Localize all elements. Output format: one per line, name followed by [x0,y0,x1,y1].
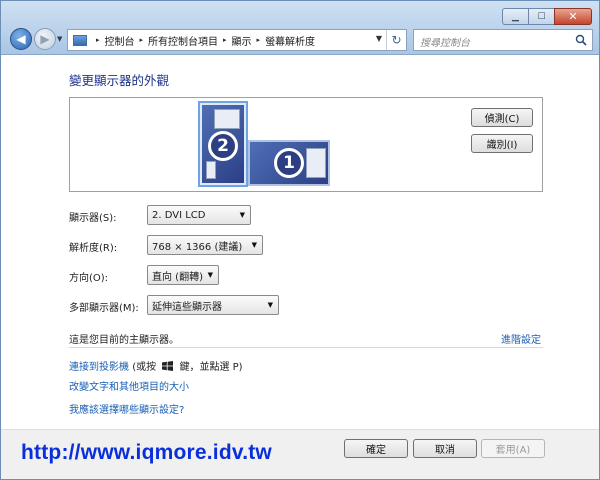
refresh-button[interactable]: ↻ [386,30,406,50]
caption-buttons: ▁ ☐ ✕ [502,8,592,25]
chevron-down-icon: ▼ [239,211,245,219]
breadcrumb-separator-icon[interactable]: ▸ [257,36,261,44]
window-chrome: ▁ ☐ ✕ ◀ ▶ ▼ ▸ 控制台 ▸ 所有控制台項目 ▸ 顯示 ▸ 螢幕解析度… [1,1,599,55]
window-thumbnail [206,161,216,179]
breadcrumb-display[interactable]: 顯示 [232,33,252,48]
chevron-down-icon: ▼ [251,241,257,249]
text-size-link[interactable]: 改變文字和其他項目的大小 [69,378,189,393]
window-thumbnail [214,109,240,129]
multiple-displays-label: 多部顯示器(M): [69,303,139,314]
connect-projector-row: 連接到投影機 (或按 鍵，並點選 P) [69,358,243,373]
orientation-select-value: 直向 (翻轉) [152,271,203,283]
ok-button[interactable]: 確定 [344,439,408,458]
windows-logo-icon [162,361,174,371]
breadcrumb-control-panel[interactable]: 控制台 [105,33,135,48]
breadcrumb-all-items[interactable]: 所有控制台項目 [148,33,218,48]
advanced-settings-link[interactable]: 進階設定 [501,331,541,346]
back-button[interactable]: ◀ [10,28,32,50]
display-select[interactable]: 2. DVI LCD ▼ [147,205,251,225]
monitor-1-number: 1 [274,148,304,178]
identify-button[interactable]: 識別(I) [471,134,533,153]
maximize-button[interactable]: ☐ [528,8,554,25]
search-box[interactable]: 搜尋控制台 [413,29,593,51]
monitor-1-thumbnail[interactable]: 1 [248,140,330,186]
watermark-url: http://www.iqmore.idv.tw [21,441,272,464]
orientation-select[interactable]: 直向 (翻轉) ▼ [147,265,219,285]
resolution-select-value: 768 × 1366 (建議) [152,241,243,253]
address-bar[interactable]: ▸ 控制台 ▸ 所有控制台項目 ▸ 顯示 ▸ 螢幕解析度 ▼ ↻ [67,29,407,51]
minimize-button[interactable]: ▁ [502,8,528,25]
apply-button[interactable]: 套用(A) [481,439,545,458]
connect-projector-link[interactable]: 連接到投影機 [69,362,129,373]
orientation-label: 方向(O): [69,273,109,284]
search-icon[interactable] [575,34,587,46]
arrow-right-icon: ▶ [40,32,50,46]
breadcrumb-separator-icon[interactable]: ▸ [140,36,144,44]
window-thumbnail [306,148,326,178]
projector-hint-text: 鍵，並點選 P) [179,362,243,373]
main-display-note: 這是您目前的主顯示器。 [69,335,179,346]
monitor-2-number: 2 [208,131,238,161]
control-panel-icon [73,34,87,46]
monitor-preview-area: 2 1 偵測(C) 識別(I) [69,97,543,192]
breadcrumb-screen-resolution[interactable]: 螢幕解析度 [265,33,315,48]
address-dropdown-icon[interactable]: ▼ [376,34,382,43]
divider [69,347,543,348]
resolution-select[interactable]: 768 × 1366 (建議) ▼ [147,235,263,255]
projector-hint-text: (或按 [132,362,157,373]
page-title: 變更顯示器的外觀 [69,73,170,88]
display-label: 顯示器(S): [69,213,117,224]
display-select-value: 2. DVI LCD [152,209,206,221]
multiple-displays-select[interactable]: 延伸這些顯示器 ▼ [147,295,279,315]
forward-button[interactable]: ▶ [34,28,56,50]
chevron-down-icon: ▼ [267,301,273,309]
recent-pages-dropdown-icon[interactable]: ▼ [57,35,65,43]
arrow-left-icon: ◀ [16,32,26,46]
breadcrumb-separator-icon[interactable]: ▸ [223,36,227,44]
breadcrumb-separator-icon[interactable]: ▸ [96,36,100,44]
cancel-button[interactable]: 取消 [413,439,477,458]
monitor-2-thumbnail[interactable]: 2 [198,101,248,187]
multiple-displays-select-value: 延伸這些顯示器 [152,301,222,313]
detect-button[interactable]: 偵測(C) [471,108,533,127]
chevron-down-icon: ▼ [207,271,213,279]
search-placeholder: 搜尋控制台 [420,38,470,49]
close-button[interactable]: ✕ [554,8,592,25]
display-settings-window: ▁ ☐ ✕ ◀ ▶ ▼ ▸ 控制台 ▸ 所有控制台項目 ▸ 顯示 ▸ 螢幕解析度… [0,0,600,480]
which-settings-link[interactable]: 我應該選擇哪些顯示設定? [69,401,184,416]
resolution-label: 解析度(R): [69,243,118,254]
